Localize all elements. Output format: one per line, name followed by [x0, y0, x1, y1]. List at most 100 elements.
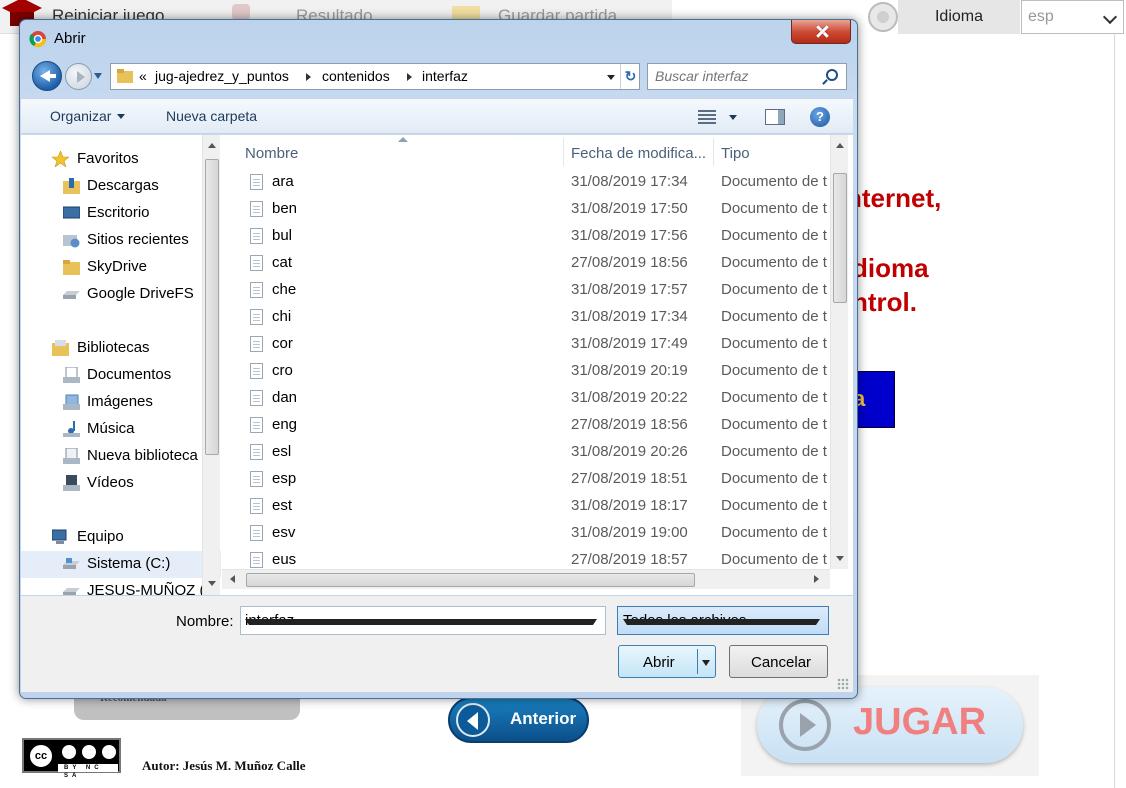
file-name: cor	[272, 335, 293, 352]
dialog-toolbar: Organizar Nueva carpeta ?	[21, 98, 853, 134]
nav-item-recent[interactable]: Sitios recientes	[21, 227, 221, 254]
nav-label: Descargas	[87, 177, 159, 194]
back-button[interactable]	[32, 61, 62, 91]
nav-item-documents[interactable]: Documentos	[21, 362, 221, 389]
text-document-icon	[250, 417, 263, 433]
address-dropdown-icon[interactable]	[607, 75, 615, 80]
nav-item-system-drive[interactable]: Sistema (C:)	[21, 551, 221, 578]
file-type: Documento de t	[721, 389, 827, 406]
nav-item-new-library[interactable]: Nueva biblioteca	[21, 443, 221, 470]
breadcrumb-item[interactable]: contenidos	[322, 68, 390, 84]
play-button-label: JUGAR	[853, 701, 987, 743]
open-button[interactable]: Abrir	[618, 645, 716, 678]
chevron-down-icon[interactable]	[245, 619, 597, 625]
filename-field[interactable]: interfaz	[240, 606, 606, 635]
file-row[interactable]: esv 31/08/2019 19:00 Documento de t	[222, 520, 830, 547]
horizontal-scrollbar[interactable]	[222, 569, 830, 589]
nav-item-google-drive[interactable]: Google DriveFS	[21, 281, 221, 308]
search-input[interactable]	[655, 68, 815, 84]
previous-button[interactable]: Anterior	[448, 697, 589, 743]
breadcrumb-item[interactable]: interfaz	[422, 68, 468, 84]
column-name[interactable]: Nombre	[245, 145, 298, 162]
address-bar[interactable]: « jug-ajedrez_y_puntos contenidos interf…	[110, 63, 640, 90]
nav-favorites[interactable]: Favoritos	[21, 146, 221, 173]
documents-icon	[63, 367, 80, 383]
breadcrumb-overflow[interactable]: «	[139, 68, 147, 84]
nav-item-desktop[interactable]: Escritorio	[21, 200, 221, 227]
file-name: bul	[272, 227, 293, 244]
column-type[interactable]: Tipo	[721, 145, 750, 162]
scroll-down-icon[interactable]	[208, 581, 216, 586]
file-row[interactable]: cro 31/08/2019 20:19 Documento de t	[222, 358, 830, 385]
close-button[interactable]	[791, 20, 851, 44]
preview-pane-icon[interactable]	[765, 109, 785, 125]
nav-label: SkyDrive	[87, 258, 148, 275]
nav-item-music[interactable]: Música	[21, 416, 221, 443]
file-row[interactable]: cat 27/08/2019 18:56 Documento de t	[222, 250, 830, 277]
file-row[interactable]: che 31/08/2019 17:57 Documento de t	[222, 277, 830, 304]
nav-item-skydrive[interactable]: SkyDrive	[21, 254, 221, 281]
column-divider[interactable]	[713, 138, 714, 166]
speaker-icon[interactable]	[866, 0, 900, 34]
search-icon[interactable]	[826, 69, 838, 81]
view-dropdown-icon[interactable]	[729, 115, 737, 120]
language-select[interactable]: esp	[1021, 0, 1124, 34]
nav-scrollbar[interactable]	[202, 135, 220, 595]
file-row[interactable]: est 31/08/2019 18:17 Documento de t	[222, 493, 830, 520]
file-row[interactable]: eng 27/08/2019 18:56 Documento de t	[222, 412, 830, 439]
chevron-down-icon[interactable]	[702, 660, 710, 666]
scroll-thumb[interactable]	[246, 573, 695, 587]
column-divider[interactable]	[563, 138, 564, 166]
sa-icon	[100, 743, 118, 761]
breadcrumb-arrow-icon[interactable]	[306, 73, 311, 81]
scroll-up-icon[interactable]	[836, 143, 844, 148]
file-row[interactable]: dan 31/08/2019 20:22 Documento de t	[222, 385, 830, 412]
resize-grip-icon[interactable]	[837, 678, 849, 690]
new-folder-button[interactable]: Nueva carpeta	[166, 108, 257, 124]
scroll-thumb[interactable]	[205, 159, 219, 455]
breadcrumb-arrow-icon[interactable]	[407, 73, 412, 81]
breadcrumb-item[interactable]: jug-ajedrez_y_puntos	[155, 68, 289, 84]
nav-label: Música	[87, 420, 135, 437]
file-row[interactable]: esl 31/08/2019 20:26 Documento de t	[222, 439, 830, 466]
folder-icon	[63, 260, 80, 275]
nav-computer[interactable]: Equipo	[21, 524, 221, 551]
nav-label: Bibliotecas	[77, 339, 150, 356]
scroll-down-icon[interactable]	[836, 556, 844, 561]
nav-item-network-drive[interactable]: JESUS-MUÑOZ (F	[21, 578, 221, 595]
file-type: Documento de t	[721, 227, 827, 244]
star-icon	[52, 151, 69, 167]
scroll-left-icon[interactable]	[230, 575, 235, 583]
organize-button[interactable]: Organizar	[50, 108, 126, 124]
view-options-icon[interactable]	[698, 110, 716, 124]
nav-item-videos[interactable]: Vídeos	[21, 470, 221, 497]
file-type: Documento de t	[721, 308, 827, 325]
file-row[interactable]: chi 31/08/2019 17:34 Documento de t	[222, 304, 830, 331]
history-dropdown-icon[interactable]	[94, 73, 102, 79]
help-icon[interactable]: ?	[810, 107, 830, 127]
scroll-right-icon[interactable]	[814, 575, 819, 583]
file-row[interactable]: cor 31/08/2019 17:49 Documento de t	[222, 331, 830, 358]
file-name: eng	[272, 416, 298, 433]
forward-button[interactable]	[65, 63, 92, 90]
file-row[interactable]: ara 31/08/2019 17:34 Documento de t	[222, 169, 830, 196]
file-date: 31/08/2019 17:34	[571, 173, 688, 190]
file-row[interactable]: ben 31/08/2019 17:50 Documento de t	[222, 196, 830, 223]
file-list-scrollbar[interactable]	[830, 135, 848, 569]
text-document-icon	[250, 336, 263, 352]
file-type-select[interactable]: Todos los archivos	[617, 606, 829, 635]
cancel-button[interactable]: Cancelar	[729, 645, 828, 678]
search-box[interactable]	[647, 63, 847, 90]
refresh-icon[interactable]: ↻	[620, 64, 640, 89]
instructions-fragment-2: dioma	[852, 253, 929, 283]
nav-item-pictures[interactable]: Imágenes	[21, 389, 221, 416]
file-row[interactable]: esp 27/08/2019 18:51 Documento de t	[222, 466, 830, 493]
scroll-up-icon[interactable]	[208, 143, 216, 148]
scroll-thumb[interactable]	[833, 173, 847, 303]
creative-commons-badge[interactable]: cc BY NC SA	[22, 738, 121, 779]
file-row[interactable]: bul 31/08/2019 17:56 Documento de t	[222, 223, 830, 250]
column-date[interactable]: Fecha de modifica...	[571, 145, 706, 162]
nav-libraries[interactable]: Bibliotecas	[21, 335, 221, 362]
nav-item-downloads[interactable]: Descargas	[21, 173, 221, 200]
file-name: esl	[272, 443, 292, 460]
